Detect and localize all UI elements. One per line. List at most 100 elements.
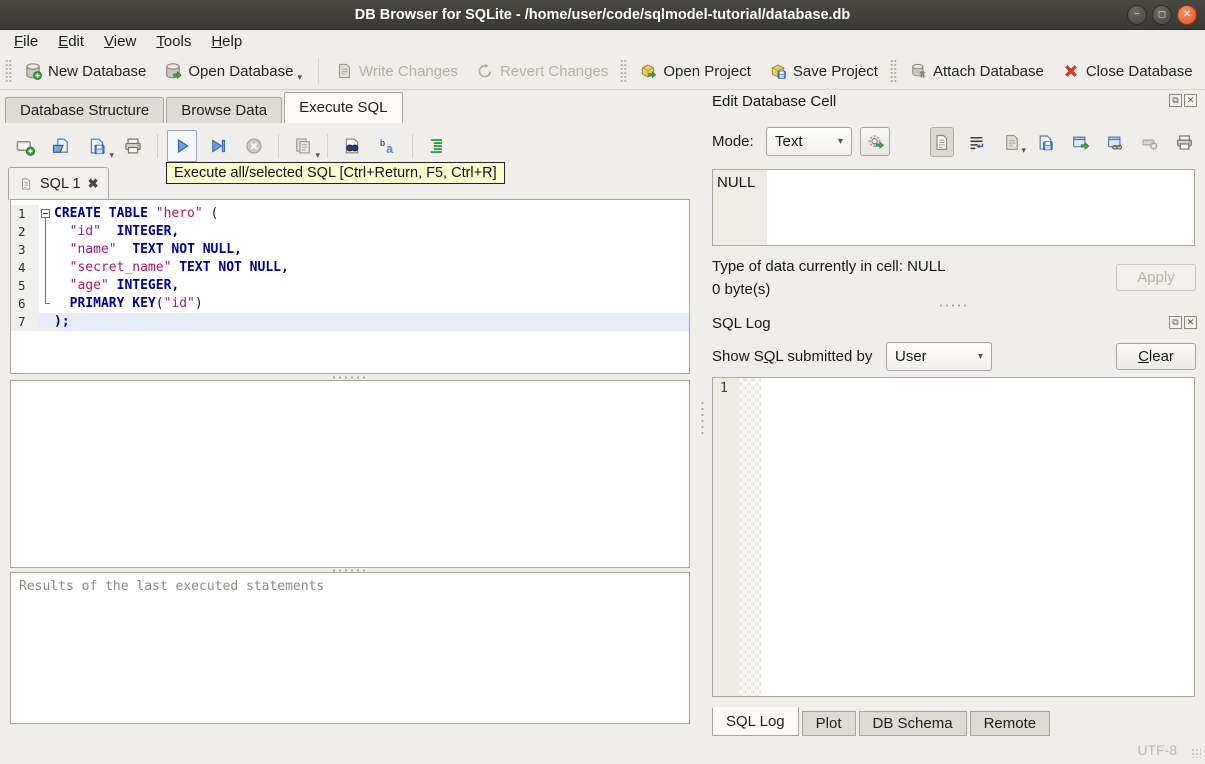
cell-value: NULL bbox=[717, 174, 756, 191]
dropdown-arrow-icon: ▾ bbox=[109, 150, 114, 160]
toolbar-handle[interactable] bbox=[5, 59, 12, 83]
save-project-button[interactable]: Save Project bbox=[760, 56, 887, 86]
dock-tab-plot[interactable]: Plot bbox=[801, 711, 856, 736]
close-button[interactable]: ✕ bbox=[1177, 5, 1197, 25]
attach-database-label: Attach Database bbox=[932, 62, 1044, 80]
write-changes-button: Write Changes bbox=[326, 56, 467, 86]
mode-value: Text bbox=[775, 133, 803, 150]
editor-line-6[interactable]: 6 PRIMARY KEY("id") bbox=[11, 295, 689, 313]
splitter-dock-sections[interactable] bbox=[938, 303, 970, 308]
menu-file[interactable]: File bbox=[4, 30, 48, 53]
maximize-button[interactable]: ◻ bbox=[1152, 5, 1172, 25]
dock-tab-db-schema[interactable]: DB Schema bbox=[858, 711, 967, 736]
splitter-editor-results[interactable] bbox=[331, 374, 369, 380]
wrap-icon bbox=[969, 136, 984, 149]
print-cell-button[interactable] bbox=[1172, 127, 1196, 157]
new-database-button[interactable]: New Database bbox=[15, 56, 155, 86]
format-sql-button[interactable] bbox=[422, 130, 452, 162]
save-proj-icon bbox=[769, 62, 787, 80]
toolbar-handle[interactable] bbox=[620, 59, 628, 83]
titlebar[interactable]: DB Browser for SQLite - /home/user/code/… bbox=[0, 0, 1205, 30]
clear-log-button[interactable]: Clear bbox=[1116, 343, 1196, 370]
resize-grip[interactable] bbox=[1191, 748, 1201, 758]
tab-execute-sql[interactable]: Execute SQL bbox=[284, 92, 403, 123]
execute-current-line-button[interactable] bbox=[203, 130, 233, 162]
float-panel-icon[interactable]: ⧉ bbox=[1169, 94, 1182, 107]
newtab-icon bbox=[16, 140, 35, 156]
dock-tab-remote[interactable]: Remote bbox=[969, 711, 1051, 736]
attach-database-button[interactable]: Attach Database bbox=[900, 56, 1053, 86]
editor-line-7[interactable]: 7); bbox=[11, 313, 689, 331]
format-icon bbox=[429, 139, 443, 153]
mode-select[interactable]: Text ▾ bbox=[766, 127, 852, 156]
open-sql-file-button[interactable] bbox=[46, 130, 76, 162]
replace-icon bbox=[379, 138, 395, 156]
tab-database-structure[interactable]: Database Structure bbox=[5, 97, 165, 123]
log-filter-label-post: L submitted by bbox=[775, 348, 873, 365]
code-text: "age" INTEGER, bbox=[69, 278, 180, 293]
toolbar-handle[interactable] bbox=[889, 59, 897, 83]
editor-line-4[interactable]: 4 "secret_name" TEXT NOT NULL, bbox=[11, 259, 689, 277]
menu-help[interactable]: Help bbox=[201, 30, 252, 53]
sql-log-view[interactable]: 1 bbox=[712, 377, 1195, 697]
text-mode-button[interactable] bbox=[930, 127, 954, 157]
dock-tab-sql-log[interactable]: SQL Log bbox=[712, 707, 799, 736]
print-sql-button[interactable] bbox=[118, 130, 148, 162]
menu-view[interactable]: View bbox=[94, 30, 146, 53]
find-button[interactable] bbox=[337, 130, 367, 162]
execution-log[interactable]: Results of the last executed statements bbox=[10, 572, 690, 724]
toolbar-separator bbox=[412, 134, 413, 158]
set-null-button bbox=[1138, 127, 1162, 157]
execute-all-button[interactable] bbox=[167, 130, 197, 162]
apply-button[interactable]: Apply bbox=[1116, 264, 1196, 291]
close-database-button[interactable]: Close Database bbox=[1053, 56, 1202, 86]
find-icon bbox=[345, 138, 359, 154]
open-project-label: Open Project bbox=[663, 62, 751, 80]
log-filter-select[interactable]: User ▾ bbox=[886, 342, 992, 371]
open-in-external-button[interactable] bbox=[1069, 127, 1093, 157]
editor-line-1[interactable]: 1 CREATE TABLE "hero" ( bbox=[11, 205, 689, 223]
word-wrap-button[interactable] bbox=[965, 127, 989, 157]
find-replace-button[interactable] bbox=[373, 130, 403, 162]
copy-link-button[interactable] bbox=[1103, 127, 1127, 157]
open-database-button[interactable]: Open Database ▾ bbox=[155, 56, 311, 86]
dropdown-arrow-icon: ▾ bbox=[297, 72, 302, 82]
apply-mode-button[interactable] bbox=[860, 127, 890, 156]
splitter-main-dock[interactable] bbox=[700, 400, 705, 438]
savesql-icon bbox=[90, 138, 105, 155]
menu-tools[interactable]: Tools bbox=[146, 30, 201, 53]
fold-margin bbox=[39, 223, 54, 241]
line-number: 7 bbox=[11, 313, 39, 331]
float-panel-icon[interactable]: ⧉ bbox=[1169, 316, 1182, 329]
editor-line-5[interactable]: 5 "age" INTEGER, bbox=[11, 277, 689, 295]
textdoc-icon bbox=[936, 134, 948, 150]
menu-edit[interactable]: Edit bbox=[48, 30, 94, 53]
save-results-button: ▾ bbox=[288, 130, 320, 162]
open-db-icon bbox=[164, 62, 182, 80]
close-panel-icon[interactable]: ✕ bbox=[1184, 316, 1197, 329]
editor-line-2[interactable]: 2 "id" INTEGER, bbox=[11, 223, 689, 241]
mode-label: Mode: bbox=[712, 133, 754, 150]
close-tab-icon[interactable]: ✖ bbox=[88, 176, 99, 192]
export-data-button[interactable] bbox=[1034, 127, 1058, 157]
fold-margin[interactable] bbox=[39, 205, 54, 223]
query-results-table[interactable] bbox=[10, 380, 690, 568]
save-sql-file-button[interactable]: ▾ bbox=[82, 130, 114, 162]
stop-icon bbox=[245, 137, 263, 155]
open-database-label: Open Database bbox=[188, 62, 294, 80]
open-project-button[interactable]: Open Project bbox=[630, 56, 760, 86]
sql-editor[interactable]: 1 CREATE TABLE "hero" (2 "id" INTEGER, 3 "… bbox=[10, 199, 690, 374]
window-controls: − ◻ ✕ bbox=[1127, 5, 1197, 25]
clear-label-mnemonic: C bbox=[1138, 348, 1149, 365]
sql-tab[interactable]: SQL 1 ✖ bbox=[8, 167, 110, 200]
importd-icon bbox=[1005, 134, 1018, 150]
open-sql-tab-button[interactable] bbox=[10, 130, 40, 162]
close-panel-icon[interactable]: ✕ bbox=[1184, 94, 1197, 107]
minimize-button[interactable]: − bbox=[1127, 5, 1147, 25]
tab-browse-data[interactable]: Browse Data bbox=[166, 97, 283, 123]
line-number: 3 bbox=[11, 241, 39, 259]
close-database-label: Close Database bbox=[1085, 62, 1193, 80]
editor-line-3[interactable]: 3 "name" TEXT NOT NULL, bbox=[11, 241, 689, 259]
menubar: File Edit View Tools Help bbox=[0, 30, 1205, 53]
cell-editor[interactable]: NULL bbox=[712, 169, 1195, 246]
